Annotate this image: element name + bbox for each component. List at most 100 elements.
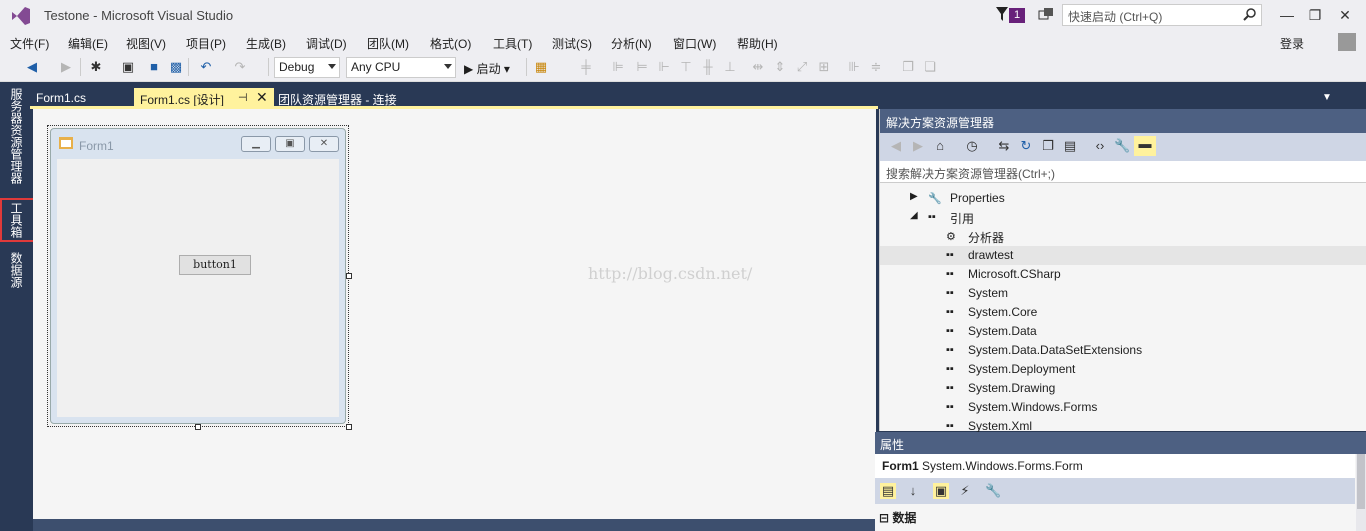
tree-item[interactable]: ▪▪ System.Windows.Forms: [880, 398, 1366, 417]
align-to-grid-icon[interactable]: ╪: [578, 59, 594, 75]
notification-count-badge[interactable]: 1: [1009, 8, 1025, 23]
resize-handle-bottom[interactable]: [195, 424, 201, 430]
tree-item[interactable]: ▪▪ System.Data.DataSetExtensions: [880, 341, 1366, 360]
align-lefts-icon[interactable]: ⊫: [610, 59, 626, 75]
new-project-icon[interactable]: ✱: [88, 59, 104, 75]
align-rights-icon[interactable]: ⊩: [656, 59, 672, 75]
tab-form1-code[interactable]: Form1.cs: [30, 88, 92, 108]
menu-format[interactable]: 格式(O): [430, 35, 471, 52]
server-explorer-tab[interactable]: 服务器资源管理器: [8, 88, 25, 184]
make-same-width-icon[interactable]: ⇹: [750, 59, 766, 75]
solution-platform-select[interactable]: Any CPU: [346, 57, 456, 78]
tree-item[interactable]: ▪▪ System.Core: [880, 303, 1366, 322]
login-link[interactable]: 登录: [1280, 35, 1304, 52]
menu-team[interactable]: 团队(M): [367, 35, 409, 52]
tree-item[interactable]: ◢ ▪▪ 引用: [880, 208, 1366, 227]
form1-client-area[interactable]: button1: [57, 159, 339, 417]
tree-item[interactable]: ⚙ 分析器: [880, 227, 1366, 246]
collapse-arrow-icon[interactable]: ◢: [910, 210, 918, 221]
tree-item[interactable]: ▪▪ System.Drawing: [880, 379, 1366, 398]
form-designer-surface[interactable]: Form1 ▁ ▣ ✕ button1 http://blog.csdn.net…: [33, 109, 876, 519]
menu-debug[interactable]: 调试(D): [306, 35, 347, 52]
make-same-size-icon[interactable]: ⤢: [794, 59, 810, 75]
resize-handle-corner[interactable]: [346, 424, 352, 430]
feedback-icon[interactable]: [1038, 7, 1054, 23]
open-file-icon[interactable]: ▣: [120, 59, 136, 75]
menu-project[interactable]: 项目(P): [186, 35, 226, 52]
menu-help[interactable]: 帮助(H): [737, 35, 778, 52]
scrollbar-thumb[interactable]: [1357, 454, 1365, 509]
tree-item[interactable]: ▶ 🔧 Properties: [880, 189, 1366, 208]
button1-control[interactable]: button1: [179, 255, 251, 275]
send-to-back-icon[interactable]: ❏: [922, 59, 938, 75]
user-avatar-icon[interactable]: [1338, 33, 1356, 51]
forward-icon[interactable]: ▶: [910, 138, 926, 154]
refresh-icon[interactable]: ↻: [1018, 138, 1034, 154]
search-icon[interactable]: [1243, 7, 1257, 21]
vertical-spacing-icon[interactable]: ≑: [868, 59, 884, 75]
redo-icon[interactable]: ↷: [232, 59, 248, 75]
categorized-icon[interactable]: ▤: [880, 483, 896, 499]
pending-changes-filter-icon[interactable]: ◷: [964, 138, 980, 154]
back-icon[interactable]: ◀: [888, 138, 904, 154]
tab-team-explorer[interactable]: 团队资源管理器 - 连接: [272, 88, 403, 108]
tree-item[interactable]: ▪▪ System.Deployment: [880, 360, 1366, 379]
make-same-height-icon[interactable]: ⇕: [772, 59, 788, 75]
menu-window[interactable]: 窗口(W): [673, 35, 716, 52]
menu-file[interactable]: 文件(F): [10, 35, 49, 52]
properties-category-row[interactable]: ⊟ 数据: [875, 504, 1355, 528]
form1-window[interactable]: Form1 ▁ ▣ ✕ button1: [50, 128, 346, 424]
tree-item[interactable]: ▪▪ System.Data: [880, 322, 1366, 341]
properties-object-selector[interactable]: Form1 System.Windows.Forms.Form: [875, 454, 1355, 478]
preview-selected-icon[interactable]: ▬: [1134, 136, 1156, 156]
expand-arrow-icon[interactable]: ▶: [910, 191, 918, 202]
alphabetical-icon[interactable]: ↓: [905, 483, 921, 499]
align-tops-icon[interactable]: ⊤: [678, 59, 694, 75]
solution-configuration-select[interactable]: Debug: [274, 57, 340, 78]
layout-grid-icon[interactable]: ▦: [533, 59, 549, 75]
close-window-button[interactable]: ✕: [1332, 5, 1358, 25]
properties-scrollbar[interactable]: [1356, 454, 1366, 531]
navigate-back-icon[interactable]: ◀: [24, 59, 40, 75]
bring-to-front-icon[interactable]: ❐: [900, 59, 916, 75]
filter-flag-icon[interactable]: [995, 6, 1009, 22]
sync-with-document-icon[interactable]: ⇆: [996, 138, 1012, 154]
tab-overflow-icon[interactable]: ▼: [1322, 92, 1332, 103]
menu-build[interactable]: 生成(B): [246, 35, 286, 52]
tab-form1-design[interactable]: Form1.cs [设计]: [134, 88, 274, 108]
quick-launch-input[interactable]: 快速启动 (Ctrl+Q): [1062, 4, 1262, 26]
menu-tools[interactable]: 工具(T): [493, 35, 532, 52]
tree-item[interactable]: ▪▪ drawtest: [880, 246, 1366, 265]
view-code-icon[interactable]: ‹›: [1092, 138, 1108, 154]
save-all-icon[interactable]: ▩: [168, 59, 184, 75]
save-icon[interactable]: ■: [146, 59, 162, 75]
properties-view-icon[interactable]: ▣: [933, 483, 949, 499]
restore-button[interactable]: ❐: [1302, 5, 1328, 25]
minimize-button[interactable]: —: [1274, 5, 1300, 25]
close-tab-icon[interactable]: ✕: [256, 89, 268, 106]
tree-item[interactable]: ▪▪ System: [880, 284, 1366, 303]
horizontal-spacing-icon[interactable]: ⊪: [846, 59, 862, 75]
home-icon[interactable]: ⌂: [932, 138, 948, 154]
align-bottoms-icon[interactable]: ⊥: [722, 59, 738, 75]
menu-view[interactable]: 视图(V): [126, 35, 166, 52]
tree-item[interactable]: ▪▪ Microsoft.CSharp: [880, 265, 1366, 284]
collapse-all-icon[interactable]: ❐: [1040, 138, 1056, 154]
size-to-grid-icon[interactable]: ⊞: [816, 59, 832, 75]
align-middles-icon[interactable]: ╫: [700, 59, 716, 75]
collapse-category-icon[interactable]: ⊟: [879, 511, 889, 525]
undo-icon[interactable]: ↶: [198, 59, 214, 75]
property-pages-icon[interactable]: 🔧: [985, 483, 1001, 499]
show-all-files-icon[interactable]: ▤: [1062, 138, 1078, 154]
solution-search-input[interactable]: 搜索解决方案资源管理器(Ctrl+;): [880, 161, 1366, 183]
data-sources-tab[interactable]: 数据源: [8, 252, 25, 288]
start-debugging-button[interactable]: ▶ 启动 ▾: [464, 60, 510, 77]
properties-wrench-icon[interactable]: 🔧: [1114, 138, 1130, 154]
menu-analyze[interactable]: 分析(N): [611, 35, 652, 52]
resize-handle-right[interactable]: [346, 273, 352, 279]
events-lightning-icon[interactable]: ⚡: [957, 483, 973, 499]
menu-edit[interactable]: 编辑(E): [68, 35, 108, 52]
navigate-forward-icon[interactable]: ▶: [58, 59, 74, 75]
form-selection-frame[interactable]: Form1 ▁ ▣ ✕ button1: [47, 125, 349, 427]
align-centers-icon[interactable]: ⊨: [634, 59, 650, 75]
